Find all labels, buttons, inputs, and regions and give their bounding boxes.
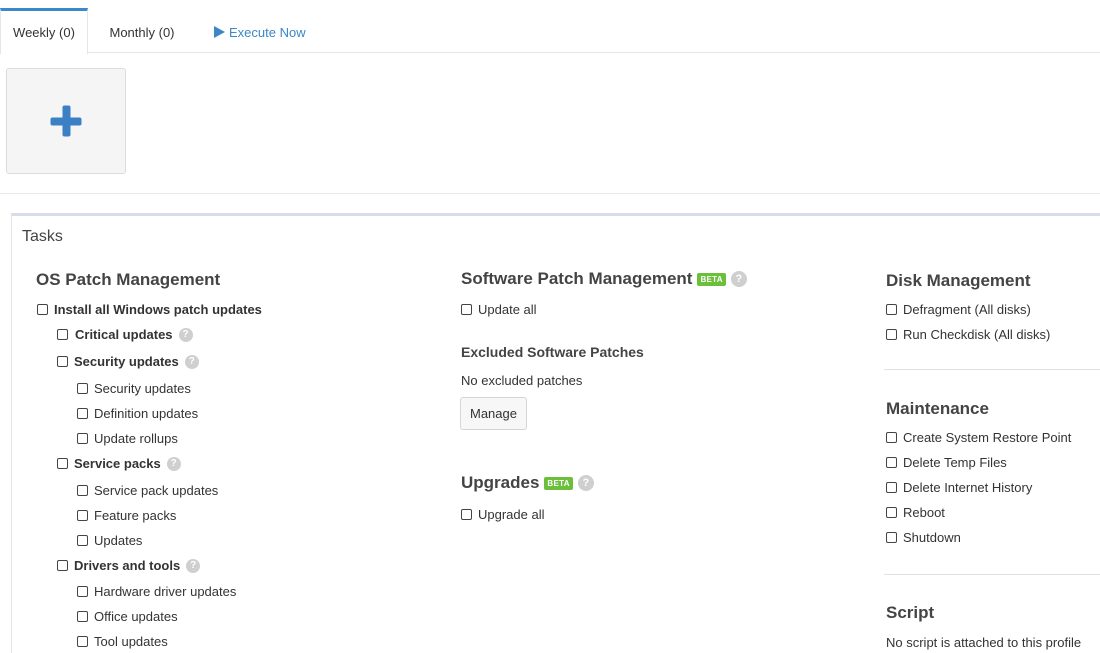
disk-management-heading: Disk Management (886, 271, 1031, 290)
drivers-tools-group-checkbox[interactable]: Drivers and tools? (57, 558, 201, 573)
checkbox-icon (886, 532, 897, 543)
install-all-windows-checkbox[interactable]: Install all Windows patch updates (37, 302, 262, 317)
beta-badge: BETA (544, 476, 573, 490)
checkbox-icon (37, 304, 48, 315)
upgrade-all-checkbox[interactable]: Upgrade all (461, 507, 545, 522)
security-updates-group-checkbox[interactable]: Security updates? (57, 354, 199, 369)
office-updates-checkbox[interactable]: Office updates (77, 609, 178, 624)
help-icon[interactable]: ? (730, 271, 747, 287)
checkbox-icon (886, 507, 897, 518)
schedule-tabs: Weekly (0) Monthly (0) Execute Now (0, 8, 1100, 54)
defragment-checkbox[interactable]: Defragment (All disks) (886, 302, 1031, 317)
excluded-patches-text: No excluded patches (461, 373, 583, 388)
tasks-panel: Tasks OS Patch Management Install all Wi… (11, 213, 1100, 653)
help-icon[interactable]: ? (184, 354, 199, 369)
checkbox-icon (461, 509, 472, 520)
hardware-driver-updates-checkbox[interactable]: Hardware driver updates (77, 584, 236, 599)
checkbox-icon (77, 408, 88, 419)
software-patch-heading: Software Patch Management BETA? (461, 269, 747, 289)
checkbox-icon (77, 510, 88, 521)
checkbox-icon (77, 611, 88, 622)
checkbox-icon (57, 458, 68, 469)
checkbox-icon (886, 329, 897, 340)
shutdown-checkbox[interactable]: Shutdown (886, 530, 961, 545)
execute-now-link[interactable]: Execute Now (214, 8, 306, 53)
add-schedule-button[interactable] (6, 68, 126, 174)
checkbox-icon (886, 457, 897, 468)
help-icon[interactable]: ? (166, 456, 181, 471)
beta-badge: BETA (697, 272, 726, 286)
execute-now-label: Execute Now (229, 25, 306, 40)
help-icon[interactable]: ? (178, 327, 193, 342)
tool-updates-checkbox[interactable]: Tool updates (77, 634, 168, 649)
reboot-checkbox[interactable]: Reboot (886, 505, 945, 520)
checkbox-icon (886, 304, 897, 315)
checkbox-icon (77, 383, 88, 394)
checkbox-icon (461, 304, 472, 315)
checkbox-icon (77, 485, 88, 496)
service-pack-updates-checkbox[interactable]: Service pack updates (77, 483, 218, 498)
os-patch-heading: OS Patch Management (36, 270, 221, 289)
divider (884, 574, 1100, 575)
run-checkdisk-checkbox[interactable]: Run Checkdisk (All disks) (886, 327, 1050, 342)
play-icon (214, 26, 225, 38)
plus-icon (50, 105, 82, 137)
maintenance-heading: Maintenance (886, 399, 989, 418)
checkbox-icon (57, 329, 68, 340)
service-packs-group-checkbox[interactable]: Service packs? (57, 456, 181, 471)
updates-checkbox[interactable]: Updates (77, 533, 142, 548)
help-icon[interactable]: ? (186, 558, 201, 573)
security-updates-checkbox[interactable]: Security updates (77, 381, 191, 396)
tab-monthly[interactable]: Monthly (0) (100, 8, 184, 53)
script-heading: Script (886, 603, 935, 622)
help-icon[interactable]: ? (577, 475, 594, 491)
delete-temp-files-checkbox[interactable]: Delete Temp Files (886, 455, 1007, 470)
feature-packs-checkbox[interactable]: Feature packs (77, 508, 176, 523)
excluded-patches-heading: Excluded Software Patches (461, 344, 644, 360)
delete-internet-history-checkbox[interactable]: Delete Internet History (886, 480, 1032, 495)
checkbox-icon (77, 586, 88, 597)
divider (884, 369, 1100, 370)
checkbox-icon (77, 636, 88, 647)
create-restore-point-checkbox[interactable]: Create System Restore Point (886, 430, 1071, 445)
update-rollups-checkbox[interactable]: Update rollups (77, 431, 178, 446)
tab-weekly[interactable]: Weekly (0) (0, 8, 88, 54)
update-all-software-checkbox[interactable]: Update all (461, 302, 537, 317)
script-status-text: No script is attached to this profile (886, 635, 1082, 650)
definition-updates-checkbox[interactable]: Definition updates (77, 406, 198, 421)
checkbox-icon (77, 535, 88, 546)
checkbox-icon (886, 432, 897, 443)
checkbox-icon (57, 356, 68, 367)
checkbox-icon (77, 433, 88, 444)
upgrades-heading: Upgrades BETA? (461, 473, 594, 493)
panel-title: Tasks (22, 228, 63, 245)
manage-button[interactable]: Manage (460, 397, 527, 430)
checkbox-icon (886, 482, 897, 493)
checkbox-icon (57, 560, 68, 571)
critical-updates-checkbox[interactable]: Critical updates? (57, 327, 193, 342)
divider (0, 193, 1100, 194)
